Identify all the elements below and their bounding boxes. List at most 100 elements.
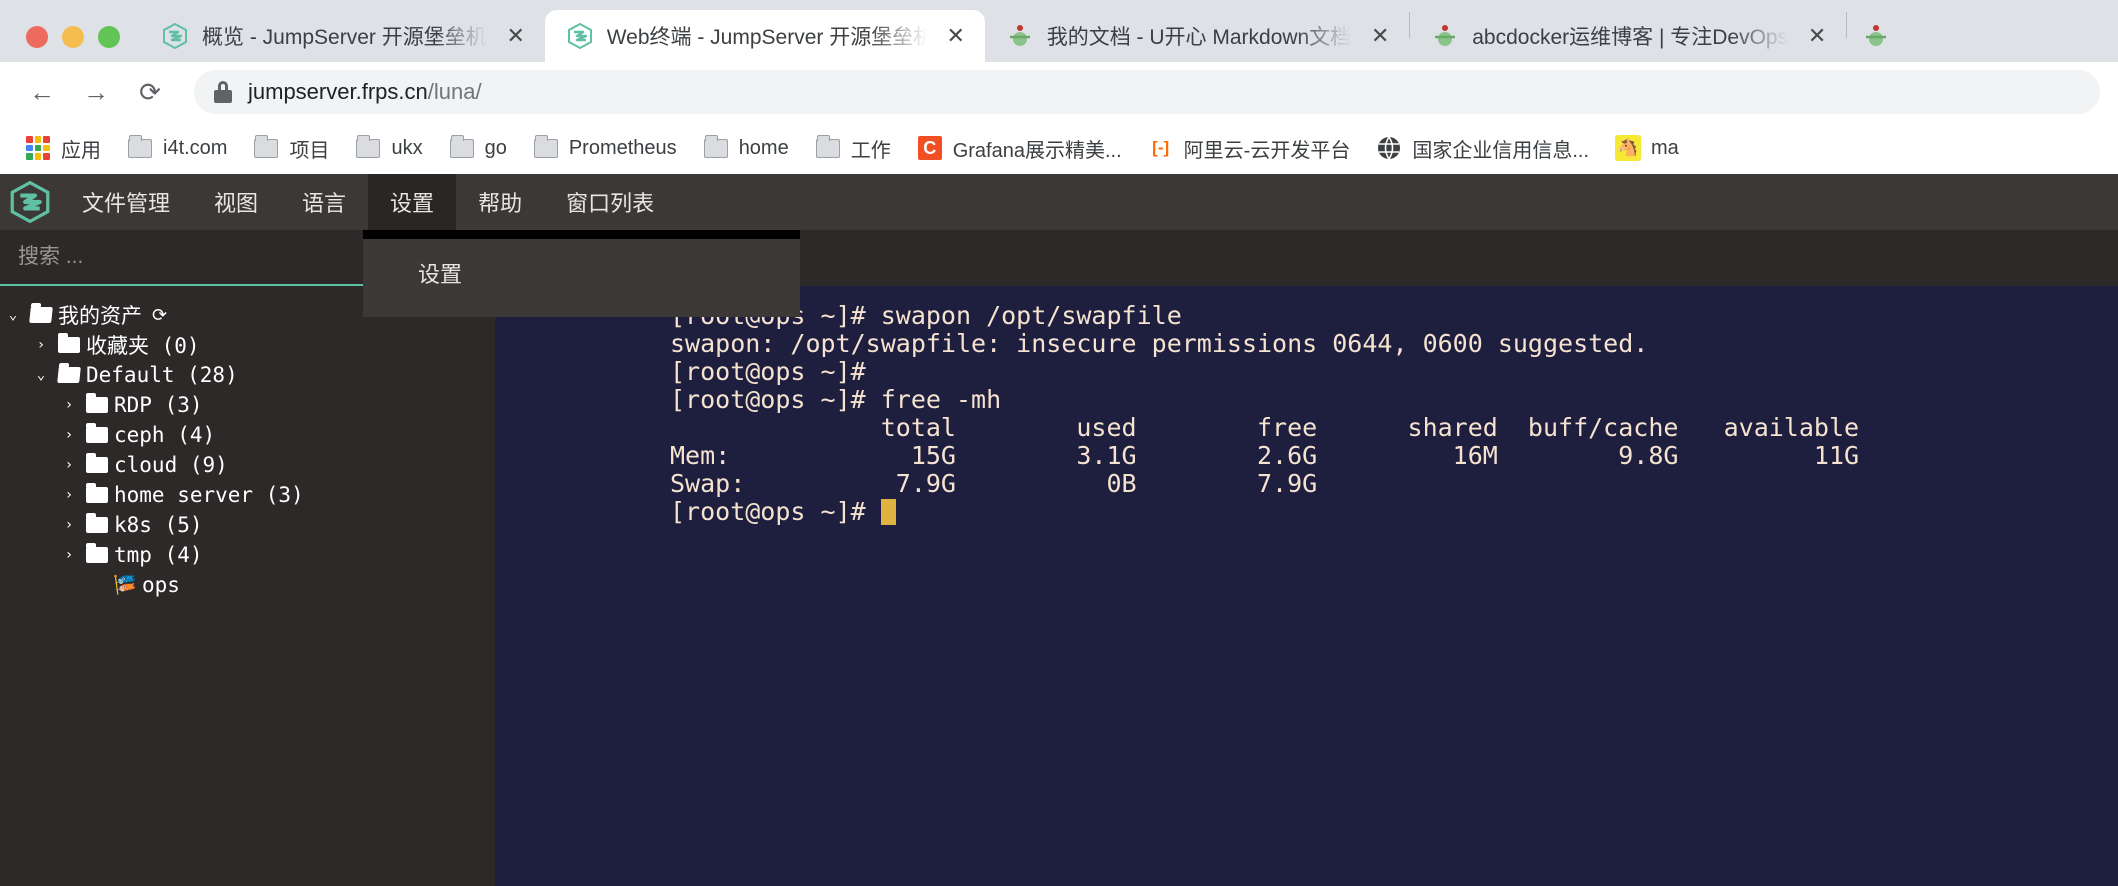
lock-icon: [214, 81, 232, 103]
bookmark-apps[interactable]: 应用: [14, 128, 112, 169]
bookmark-go[interactable]: go: [438, 129, 518, 167]
tree-node-label: cloud (9): [114, 453, 228, 477]
terminal-output[interactable]: [root@ops ~]# swapon /opt/swapfile swapo…: [495, 286, 2118, 886]
window-traffic-lights: [0, 26, 140, 62]
browser-tab-3[interactable]: abcdocker运维博客 | 专注DevOps ✕: [1410, 10, 1846, 62]
chevron-down-icon[interactable]: ⌄: [28, 367, 54, 383]
tree-node-default[interactable]: ⌄ Default (28): [0, 360, 495, 390]
globe-icon: [1376, 135, 1402, 161]
bookmark-label: 阿里云-云开发平台: [1183, 139, 1351, 162]
bookmark-label: i4t.com: [163, 136, 228, 159]
dropdown-item-settings[interactable]: 设置: [363, 247, 800, 299]
aliyun-icon: [-]: [1152, 138, 1170, 157]
chevron-right-icon[interactable]: ›: [28, 337, 54, 353]
tab-close-icon[interactable]: ✕: [501, 21, 531, 51]
bookmark-aliyun[interactable]: [-] 阿里云-云开发平台: [1137, 128, 1362, 169]
browser-toolbar: ← → ⟳ jumpserver.frps.cn/luna/: [0, 62, 2118, 122]
tab-close-icon[interactable]: ✕: [941, 21, 971, 51]
tree-node-k8s[interactable]: › k8s (5): [0, 510, 495, 540]
tree-node-favorites[interactable]: › 收藏夹 (0): [0, 330, 495, 360]
browser-tab-0[interactable]: 概览 - JumpServer 开源堡垒机 ✕: [140, 10, 545, 62]
folder-icon: [815, 134, 841, 161]
tree-node-label: ops: [142, 573, 180, 597]
browser-tab-4-partial[interactable]: [1847, 10, 1887, 62]
chevron-right-icon[interactable]: ›: [56, 427, 82, 443]
browser-window: 概览 - JumpServer 开源堡垒机 ✕ Web终端 - JumpServ…: [0, 0, 2118, 886]
browser-tab-strip: 概览 - JumpServer 开源堡垒机 ✕ Web终端 - JumpServ…: [0, 0, 2118, 62]
menu-item-settings[interactable]: 设置: [368, 174, 457, 230]
bookmark-i4t[interactable]: i4t.com: [116, 129, 238, 167]
chevron-right-icon[interactable]: ›: [56, 397, 82, 413]
asset-sidebar: ⌄ 我的资产 ⟳ › 收藏夹 (0) ⌄ Default (28): [0, 230, 495, 886]
folder-icon: [82, 453, 112, 473]
browser-tab-1[interactable]: Web终端 - JumpServer 开源堡垒机 ✕: [544, 10, 985, 62]
tree-node-ops[interactable]: 🎏 ops: [0, 570, 495, 600]
browser-tab-title: Web终端 - JumpServer 开源堡垒机: [606, 26, 927, 49]
kiwi-icon: [1007, 23, 1033, 49]
folder-icon: [703, 134, 729, 161]
jumpserver-logo-icon: [0, 181, 60, 223]
tree-node-label: 我的资产: [58, 304, 142, 328]
close-window-button[interactable]: [26, 26, 48, 48]
folder-icon: [127, 134, 153, 161]
bookmark-label: go: [484, 136, 507, 159]
tab-close-icon[interactable]: ✕: [1802, 21, 1832, 51]
address-bar-path: /luna/: [427, 79, 482, 104]
reload-button[interactable]: ⟳: [126, 68, 174, 116]
tree-node-rdp[interactable]: › RDP (3): [0, 390, 495, 420]
bookmark-ma[interactable]: 🐴 ma: [1604, 129, 1690, 167]
folder-open-icon: [54, 367, 84, 383]
forward-button[interactable]: →: [72, 68, 120, 116]
bookmark-label: Grafana展示精美...: [952, 139, 1122, 162]
back-button[interactable]: ←: [18, 68, 66, 116]
luna-menubar: 文件管理 视图 语言 设置 帮助 窗口列表 设置: [0, 174, 2118, 317]
menu-item-help[interactable]: 帮助: [456, 174, 544, 230]
bookmarks-bar: 应用 i4t.com 项目 ukx go Prometheus home 工作 …: [0, 122, 2118, 174]
bookmark-xiangmu[interactable]: 项目: [242, 128, 340, 169]
address-bar[interactable]: jumpserver.frps.cn/luna/: [194, 70, 2100, 114]
menu-item-file-management[interactable]: 文件管理: [60, 174, 192, 230]
address-bar-url: jumpserver.frps.cn/luna/: [248, 79, 482, 105]
bookmark-ukx[interactable]: ukx: [344, 129, 433, 167]
luna-body: ⌄ 我的资产 ⟳ › 收藏夹 (0) ⌄ Default (28): [0, 230, 2118, 886]
bookmark-home[interactable]: home: [692, 129, 800, 167]
menu-item-language[interactable]: 语言: [280, 174, 368, 230]
bookmark-gongzuo[interactable]: 工作: [804, 128, 902, 169]
tree-node-ceph[interactable]: › ceph (4): [0, 420, 495, 450]
browser-tab-title: 概览 - JumpServer 开源堡垒机: [202, 26, 487, 49]
tree-node-tmp[interactable]: › tmp (4): [0, 540, 495, 570]
luna-app: 文件管理 视图 语言 设置 帮助 窗口列表 设置 ⌄ 我的资产: [0, 174, 2118, 886]
tab-close-icon[interactable]: ✕: [1365, 21, 1395, 51]
chevron-right-icon[interactable]: ›: [56, 457, 82, 473]
terminal-cursor: [880, 499, 896, 525]
minimize-window-button[interactable]: [62, 26, 84, 48]
chevron-right-icon[interactable]: ›: [56, 517, 82, 533]
tree-node-label: ceph (4): [114, 423, 216, 447]
browser-tab-2[interactable]: 我的文档 - U开心 Markdown文档 ✕: [985, 10, 1410, 62]
bookmark-prometheus[interactable]: Prometheus: [522, 129, 688, 167]
folder-open-icon: [26, 307, 56, 323]
bookmark-grafana[interactable]: C Grafana展示精美...: [906, 128, 1133, 169]
chevron-right-icon[interactable]: ›: [56, 487, 82, 503]
chevron-right-icon[interactable]: ›: [56, 547, 82, 563]
folder-icon: [449, 134, 475, 161]
bookmark-gsxt[interactable]: 国家企业信用信息...: [1365, 128, 1600, 169]
chevron-down-icon[interactable]: ⌄: [0, 307, 26, 323]
jumpserver-logo-icon: [162, 23, 188, 49]
tree-node-home-server[interactable]: › home server (3): [0, 480, 495, 510]
folder-icon: [82, 513, 112, 533]
menu-item-view[interactable]: 视图: [192, 174, 280, 230]
address-bar-host: jumpserver.frps.cn: [248, 79, 428, 104]
refresh-icon[interactable]: ⟳: [152, 305, 167, 326]
bookmark-label: home: [738, 136, 789, 159]
tree-node-cloud[interactable]: › cloud (9): [0, 450, 495, 480]
folder-icon: [82, 393, 112, 413]
browser-tab-title: 我的文档 - U开心 Markdown文档: [1046, 26, 1352, 49]
grafana-icon: C: [917, 135, 943, 161]
folder-icon: [54, 333, 84, 353]
menu-item-window-list[interactable]: 窗口列表: [544, 174, 676, 230]
asset-tree: ⌄ 我的资产 ⟳ › 收藏夹 (0) ⌄ Default (28) › RDP …: [0, 286, 495, 600]
terminal-pane: ops ✕ [root@ops ~]# swapon /opt/swapfile…: [495, 230, 2118, 886]
maximize-window-button[interactable]: [98, 26, 120, 48]
tree-node-label: tmp (4): [114, 543, 203, 567]
